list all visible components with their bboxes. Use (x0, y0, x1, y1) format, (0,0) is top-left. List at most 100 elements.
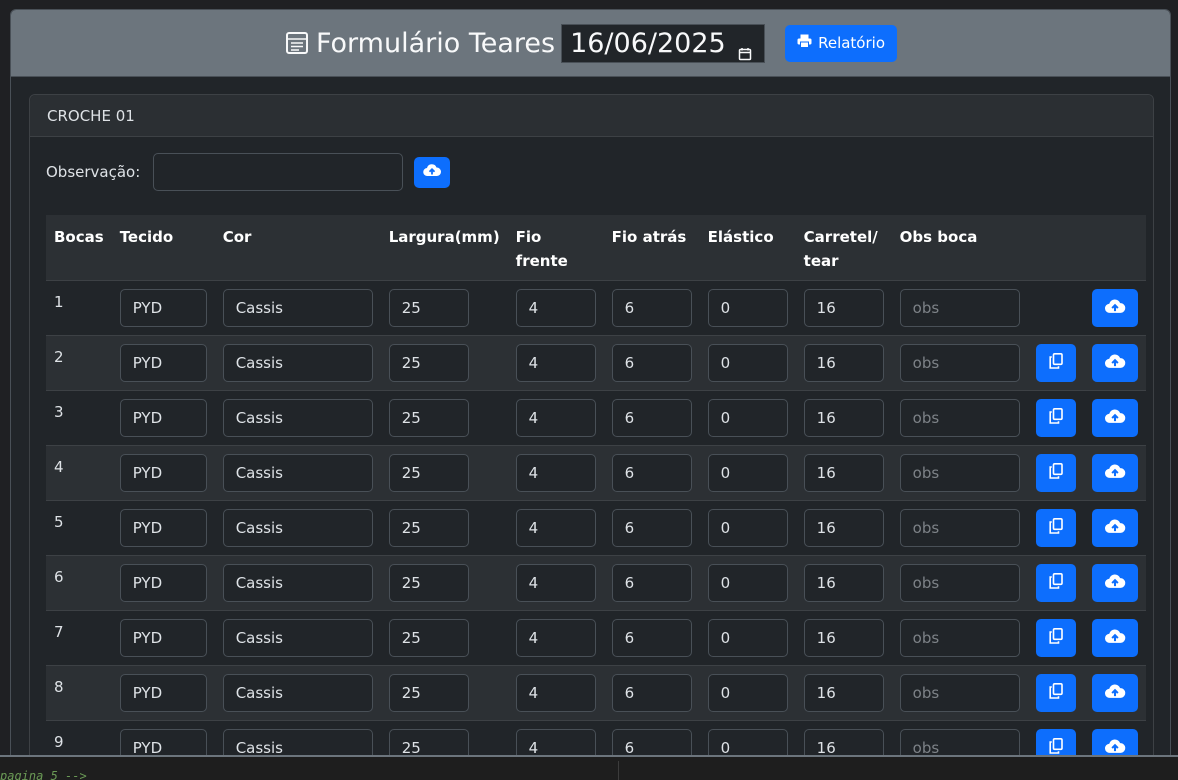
fio-frente-input[interactable]: 4 (515, 398, 596, 437)
largura-input[interactable]: 25 (388, 453, 469, 492)
save-row-button[interactable] (1091, 398, 1138, 437)
carretel-input[interactable]: 16 (803, 453, 884, 492)
tecido-input[interactable]: PYD (119, 398, 207, 437)
save-row-button[interactable] (1091, 288, 1138, 327)
copy-row-button[interactable] (1035, 453, 1076, 492)
obs-boca-input[interactable]: obs (899, 563, 1020, 602)
col-largura: Largura(mm) (388, 228, 500, 246)
cell: 0 (700, 390, 796, 445)
calendar-icon[interactable] (738, 37, 752, 60)
tecido-input[interactable]: PYD (119, 618, 207, 657)
carretel-input[interactable]: 16 (803, 398, 884, 437)
save-row-button[interactable] (1091, 453, 1138, 492)
elastico-input[interactable]: 0 (707, 398, 788, 437)
carretel-input[interactable]: 16 (803, 343, 884, 382)
fio-atras-input[interactable]: 6 (611, 673, 692, 712)
report-button[interactable]: Relatório (785, 24, 898, 62)
fio-atras-input[interactable]: 6 (611, 563, 692, 602)
fio-frente-input[interactable]: 4 (515, 563, 596, 602)
copy-row-button[interactable] (1035, 673, 1076, 712)
copy-row-button[interactable] (1035, 563, 1076, 602)
carretel-input[interactable]: 16 (803, 673, 884, 712)
obs-boca-input[interactable]: obs (899, 453, 1020, 492)
largura-input[interactable]: 25 (388, 563, 469, 602)
cor-input[interactable]: Cassis (222, 673, 373, 712)
fio-atras-input[interactable]: 6 (611, 508, 692, 547)
cell: obs (892, 500, 1028, 555)
elastico-input[interactable]: 0 (707, 343, 788, 382)
cor-input[interactable]: Cassis (222, 343, 373, 382)
cell: obs (892, 610, 1028, 665)
tecido-input[interactable]: PYD (119, 288, 207, 327)
carretel-input[interactable]: 16 (803, 563, 884, 602)
fio-frente-input[interactable]: 4 (515, 673, 596, 712)
obs-boca-input[interactable]: obs (899, 618, 1020, 657)
copy-row-button[interactable] (1035, 343, 1076, 382)
cor-input[interactable]: Cassis (222, 398, 373, 437)
tecido-input[interactable]: PYD (119, 343, 207, 382)
largura-input[interactable]: 25 (388, 508, 469, 547)
copy-row-button[interactable] (1035, 508, 1076, 547)
save-row-button[interactable] (1091, 343, 1138, 382)
copy-row-button[interactable] (1035, 618, 1076, 657)
cell: PYD (112, 335, 215, 390)
page-header: Formulário Teares 16/06/2025 Relatório (11, 10, 1170, 77)
largura-input[interactable]: 25 (388, 343, 469, 382)
cell: 4 (508, 280, 604, 335)
cell: 25 (381, 500, 508, 555)
fio-frente-input[interactable]: 4 (515, 618, 596, 657)
cell: obs (892, 335, 1028, 390)
tecido-input[interactable]: PYD (119, 508, 207, 547)
elastico-input[interactable]: 0 (707, 288, 788, 327)
fio-frente-input[interactable]: 4 (515, 343, 596, 382)
fio-atras-input[interactable]: 6 (611, 288, 692, 327)
obs-boca-input[interactable]: obs (899, 508, 1020, 547)
cell: PYD (112, 390, 215, 445)
observation-input[interactable] (153, 153, 403, 191)
cell: 25 (381, 390, 508, 445)
save-row-button[interactable] (1091, 618, 1138, 657)
obs-boca-input[interactable]: obs (899, 673, 1020, 712)
save-row-button[interactable] (1091, 673, 1138, 712)
date-input[interactable]: 16/06/2025 (561, 23, 766, 63)
elastico-input[interactable]: 0 (707, 508, 788, 547)
largura-input[interactable]: 25 (388, 673, 469, 712)
carretel-input[interactable]: 16 (803, 618, 884, 657)
fio-frente-input[interactable]: 4 (515, 453, 596, 492)
report-label: Relatório (818, 34, 886, 52)
fio-frente-input[interactable]: 4 (515, 508, 596, 547)
obs-boca-input[interactable]: obs (899, 288, 1020, 327)
cor-input[interactable]: Cassis (222, 563, 373, 602)
cor-input[interactable]: Cassis (222, 618, 373, 657)
fio-frente-input[interactable]: 4 (515, 288, 596, 327)
cor-input[interactable]: Cassis (222, 508, 373, 547)
save-row-button[interactable] (1091, 563, 1138, 602)
obs-boca-input[interactable]: obs (899, 343, 1020, 382)
pane-divider (618, 761, 619, 780)
elastico-input[interactable]: 0 (707, 453, 788, 492)
largura-input[interactable]: 25 (388, 618, 469, 657)
largura-input[interactable]: 25 (388, 398, 469, 437)
tecido-input[interactable]: PYD (119, 453, 207, 492)
carretel-input[interactable]: 16 (803, 288, 884, 327)
elastico-input[interactable]: 0 (707, 563, 788, 602)
cor-input[interactable]: Cassis (222, 288, 373, 327)
largura-input[interactable]: 25 (388, 288, 469, 327)
tecido-input[interactable]: PYD (119, 563, 207, 602)
table-row: 2 PYD Cassis 25 4 6 0 16 obs (46, 335, 1146, 390)
save-observation-button[interactable] (414, 156, 450, 188)
tecido-input[interactable]: PYD (119, 673, 207, 712)
fio-atras-input[interactable]: 6 (611, 453, 692, 492)
fio-atras-input[interactable]: 6 (611, 618, 692, 657)
elastico-input[interactable]: 0 (707, 673, 788, 712)
copy-row-button[interactable] (1035, 398, 1076, 437)
save-row-button[interactable] (1091, 508, 1138, 547)
fio-atras-input[interactable]: 6 (611, 343, 692, 382)
cor-input[interactable]: Cassis (222, 453, 373, 492)
obs-boca-input[interactable]: obs (899, 398, 1020, 437)
carretel-input[interactable]: 16 (803, 508, 884, 547)
elastico-input[interactable]: 0 (707, 618, 788, 657)
fio-atras-input[interactable]: 6 (611, 398, 692, 437)
observation-row: Observação: (46, 153, 450, 191)
cloud-upload-icon (1104, 518, 1126, 538)
